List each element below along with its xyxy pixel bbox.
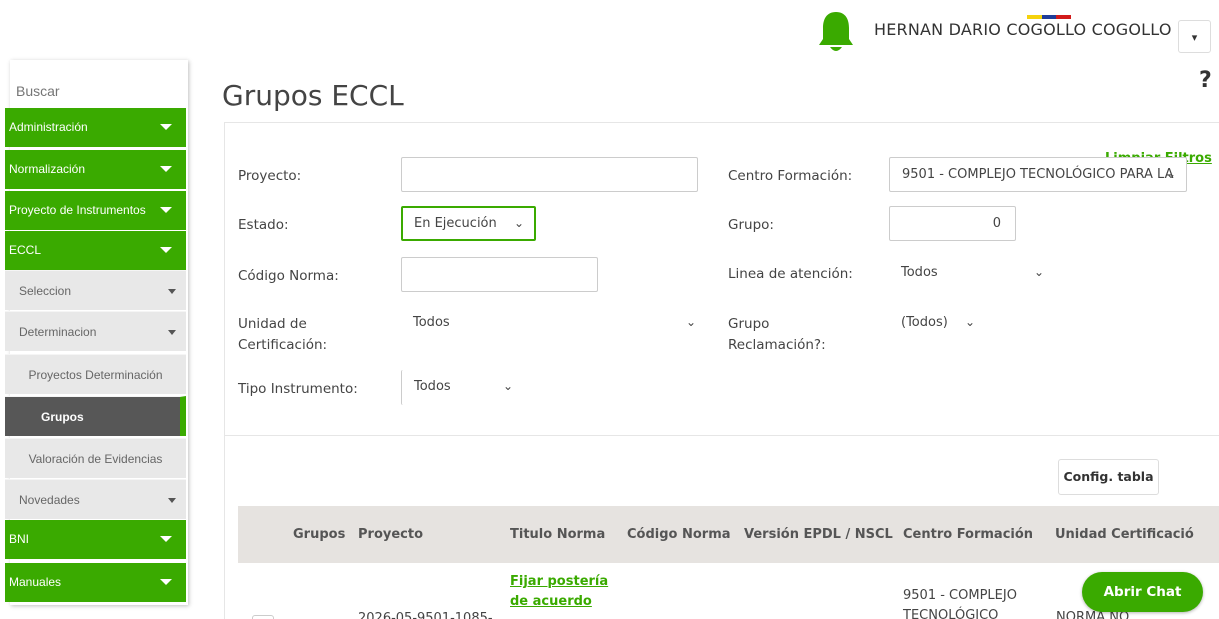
user-name[interactable]: HERNAN DARIO COGOLLO COGOLLO [874, 20, 1172, 39]
sidebar-item-administracion[interactable]: Administración [5, 108, 186, 147]
grupo-input[interactable]: 0 [889, 206, 1016, 241]
table-header: Grupos Proyecto Titulo Norma Código Norm… [238, 506, 1219, 563]
codigo-norma-input[interactable] [401, 257, 598, 292]
proyecto-label: Proyecto: [238, 168, 302, 184]
caret-down-icon [160, 247, 172, 253]
centro-formacion-value: 9501 - COMPLEJO TECNOLÓGICO PARA LA [902, 167, 1174, 182]
linea-atencion-select[interactable]: Todos ⌄ [889, 256, 1054, 291]
sidebar-item-bni[interactable]: BNI [5, 520, 186, 559]
bell-icon[interactable] [816, 8, 856, 56]
chevron-down-icon: ⌄ [1033, 265, 1044, 279]
sidebar-item-manuales[interactable]: Manuales [5, 563, 186, 602]
sidebar-item-novedades[interactable]: Novedades [5, 479, 186, 519]
sidebar-item-seleccion[interactable]: Seleccion [5, 270, 186, 310]
flag-blue [1041, 15, 1057, 19]
config-table-button[interactable]: Config. tabla ▾ [1058, 459, 1159, 518]
flag-yellow [1027, 15, 1042, 19]
titulo-line2: de acuerdo [510, 594, 592, 609]
sidebar-item-label: Novedades [19, 493, 80, 507]
sidebar-item-label: Administración [9, 120, 88, 134]
unidad-value: Todos [413, 315, 450, 330]
sidebar-item-eccl[interactable]: ECCL [5, 231, 186, 270]
chevron-down-icon: ⌄ [502, 379, 513, 393]
flag-decoration [1027, 15, 1072, 19]
estado-label: Estado: [238, 217, 289, 233]
centro-formacion-cell: 9501 - COMPLEJO TECNOLÓGICO [903, 586, 1017, 619]
caret-down-icon [160, 166, 172, 172]
column-header-titulo-norma[interactable]: Titulo Norma [510, 506, 605, 563]
unidad-label-line2: Certificación: [238, 337, 328, 353]
sidebar-item-label: BNI [9, 532, 30, 546]
help-icon[interactable]: ? [1199, 68, 1212, 93]
reclamacion-label-line2: Reclamación?: [728, 337, 826, 353]
estado-value: En Ejecución [414, 216, 497, 231]
open-chat-button[interactable]: Abrir Chat [1082, 572, 1203, 612]
sidebar-item-label: Normalización [9, 162, 86, 176]
row-checkbox[interactable] [252, 615, 274, 619]
grupo-reclamacion-select[interactable]: (Todos) ⌄ [889, 306, 985, 341]
unidad-certificacion-label: Unidad de Certificación: [238, 314, 327, 356]
sidebar-item-proyectos-determinacion[interactable]: Proyectos Determinación [5, 354, 186, 394]
caret-down-icon [160, 579, 172, 585]
titulo-norma-link[interactable]: Fijar postería de acuerdo [510, 572, 608, 612]
column-header-version[interactable]: Versión EPDL / NSCL [744, 506, 893, 563]
search-input[interactable] [10, 60, 188, 106]
flag-red [1056, 15, 1072, 19]
sidebar-item-proyecto-instrumentos[interactable]: Proyecto de Instrumentos [5, 191, 186, 230]
grupo-reclamacion-label: Grupo Reclamación?: [728, 314, 826, 356]
titulo-line1: Fijar postería [510, 574, 609, 589]
unidad-label-line1: Unidad de [238, 316, 307, 332]
linea-atencion-value: Todos [901, 265, 938, 280]
grupo-label: Grupo: [728, 217, 774, 233]
caret-down-icon [160, 207, 172, 213]
user-menu-dropdown[interactable]: ▾ [1178, 20, 1211, 53]
sidebar-item-label: Proyecto de Instrumentos [9, 203, 146, 217]
centro-line2: TECNOLÓGICO [903, 608, 999, 619]
column-header-codigo-norma[interactable]: Código Norma [627, 506, 731, 563]
sidebar-item-label: Seleccion [19, 284, 72, 298]
reclamacion-label-line1: Grupo [728, 316, 770, 332]
divider [225, 435, 1219, 436]
caret-down-icon [168, 330, 176, 335]
proyecto-input[interactable] [401, 157, 698, 192]
page-title: Grupos ECCL [222, 79, 404, 112]
sidebar-item-label: ECCL [9, 243, 42, 257]
reclamacion-value: (Todos) [901, 315, 948, 330]
sidebar-item-grupos[interactable]: Grupos [5, 396, 186, 436]
column-header-centro-formacion[interactable]: Centro Formación [903, 506, 1033, 563]
chevron-down-icon: ⌄ [964, 315, 975, 329]
column-header-proyecto[interactable]: Proyecto [358, 506, 423, 563]
sidebar-item-label: Determinacion [19, 325, 97, 339]
chevron-down-icon: ⌄ [513, 216, 524, 230]
centro-line1: 9501 - COMPLEJO [903, 588, 1017, 603]
centro-formacion-label: Centro Formación: [728, 168, 853, 184]
tipo-instrumento-label: Tipo Instrumento: [238, 381, 358, 397]
centro-formacion-select[interactable]: 9501 - COMPLEJO TECNOLÓGICO PARA LA ⌄ [889, 157, 1187, 192]
caret-down-icon [160, 124, 172, 130]
column-header-unidad-certificacion[interactable]: Unidad Certificació [1055, 506, 1194, 563]
tipo-instrumento-select[interactable]: Todos ⌄ [401, 370, 523, 405]
column-header-grupos[interactable]: Grupos [293, 506, 345, 563]
sidebar-item-normalizacion[interactable]: Normalización [5, 150, 186, 189]
sidebar-item-valoracion-evidencias[interactable]: Valoración de Evidencias [5, 438, 186, 478]
chevron-down-icon: ⌄ [1165, 167, 1176, 181]
sidebar-item-label: Manuales [9, 575, 62, 589]
estado-select[interactable]: En Ejecución ⌄ [401, 206, 536, 241]
sidebar-item-determinacion[interactable]: Determinacion [5, 311, 186, 351]
caret-down-icon [160, 536, 172, 542]
linea-atencion-label: Linea de atención: [728, 266, 853, 282]
codigo-norma-label: Código Norma: [238, 268, 339, 284]
caret-down-icon [168, 498, 176, 503]
unidad-certificacion-select[interactable]: Todos ⌄ [401, 306, 706, 341]
caret-down-icon [168, 289, 176, 294]
proyecto-cell: 2026-05-9501-1085- [358, 611, 493, 619]
chevron-down-icon: ⌄ [685, 315, 696, 329]
tipo-instrumento-value: Todos [414, 379, 451, 394]
